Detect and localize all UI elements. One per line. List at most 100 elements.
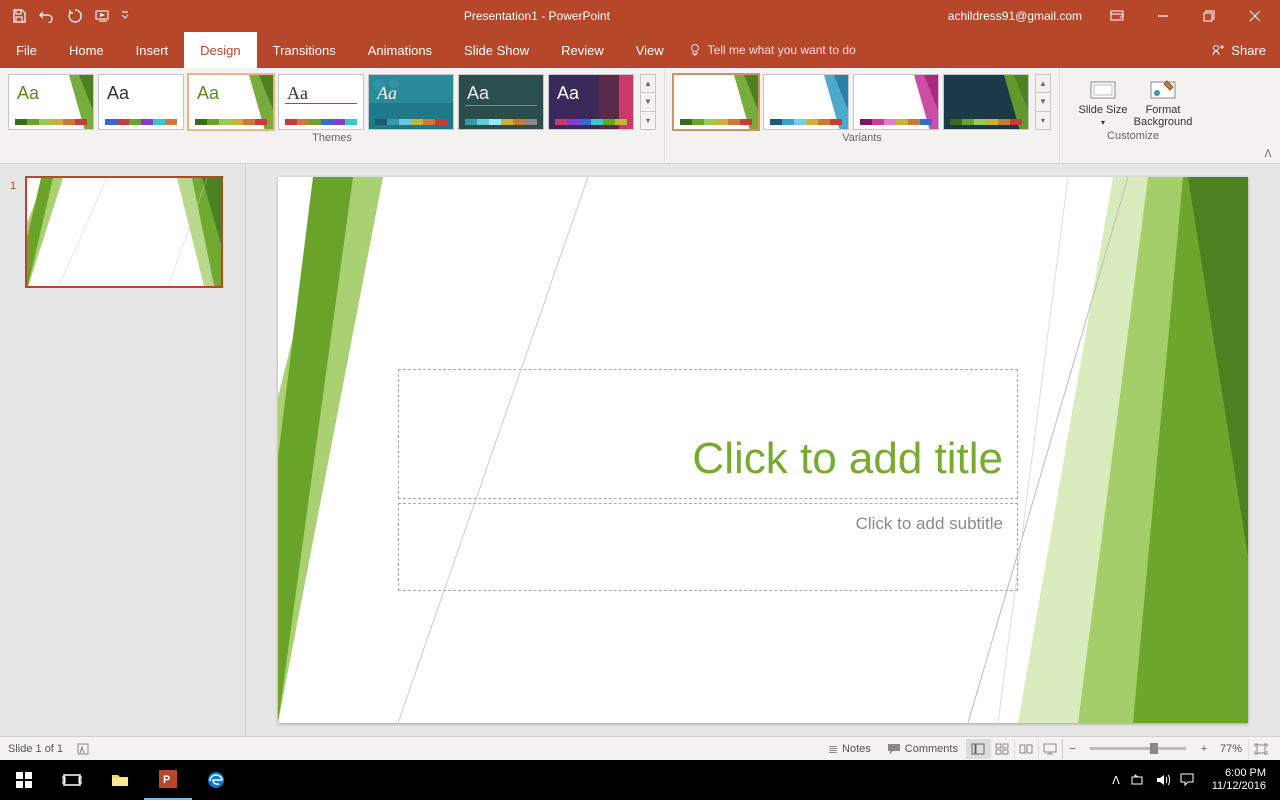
variants-group-label: Variants: [673, 130, 1051, 148]
customize-group: Slide Size ▾ Format Background Customize: [1060, 68, 1206, 163]
powerpoint-taskbar[interactable]: P: [144, 760, 192, 800]
slide-size-button[interactable]: Slide Size ▾: [1076, 78, 1130, 128]
system-tray: ᐱ 6:00 PM 11/12/2016: [1106, 767, 1280, 793]
tab-review[interactable]: Review: [545, 32, 620, 68]
ribbon-display-options[interactable]: [1094, 0, 1140, 32]
qat-customize-button[interactable]: [118, 4, 132, 28]
tab-insert[interactable]: Insert: [120, 32, 185, 68]
tab-transitions[interactable]: Transitions: [257, 32, 352, 68]
theme-thumb[interactable]: Aa: [98, 74, 184, 130]
theme-thumb[interactable]: Aa: [278, 74, 364, 130]
collapse-ribbon-button[interactable]: ᐱ: [1260, 147, 1276, 161]
variants-gallery-scroll[interactable]: ▲ ▼ ▾: [1035, 74, 1051, 130]
task-view-button[interactable]: [48, 760, 96, 800]
variant-thumb[interactable]: [943, 74, 1029, 130]
account-label[interactable]: achildress91@gmail.com: [936, 0, 1094, 32]
gallery-down-icon[interactable]: ▼: [641, 93, 655, 111]
title-placeholder-text: Click to add title: [692, 434, 1003, 484]
start-button[interactable]: [0, 760, 48, 800]
normal-view-button[interactable]: [966, 739, 990, 759]
maximize-button[interactable]: [1186, 0, 1232, 32]
themes-group: Aa Aa Aa Aa: [0, 68, 665, 163]
ribbon-content: Aa Aa Aa Aa: [0, 68, 1280, 164]
tab-home[interactable]: Home: [53, 32, 120, 68]
lightbulb-icon: [688, 43, 702, 57]
zoom-slider[interactable]: [1090, 747, 1186, 750]
clock-date: 11/12/2016: [1212, 780, 1266, 793]
share-button[interactable]: Share: [1197, 32, 1280, 68]
notes-button[interactable]: ≣ Notes: [820, 737, 879, 761]
format-background-button[interactable]: Format Background: [1136, 78, 1190, 128]
tab-slideshow[interactable]: Slide Show: [448, 32, 545, 68]
title-bar: Presentation1 - PowerPoint achildress91@…: [0, 0, 1280, 32]
action-center-icon[interactable]: [1180, 773, 1194, 787]
tab-file[interactable]: File: [0, 32, 53, 68]
gallery-down-icon[interactable]: ▼: [1036, 93, 1050, 111]
spellcheck-icon: [77, 742, 91, 756]
variant-thumb[interactable]: [763, 74, 849, 130]
theme-thumb[interactable]: Aa: [8, 74, 94, 130]
spell-check-button[interactable]: [63, 737, 99, 761]
gallery-more-icon[interactable]: ▾: [641, 112, 655, 129]
gallery-more-icon[interactable]: ▾: [1036, 112, 1050, 129]
work-area: 1: [0, 164, 1280, 736]
minimize-button[interactable]: [1140, 0, 1186, 32]
taskbar-clock[interactable]: 6:00 PM 11/12/2016: [1204, 767, 1274, 793]
share-label: Share: [1231, 43, 1266, 58]
reading-view-button[interactable]: [1014, 739, 1038, 759]
windows-icon: [16, 772, 32, 788]
tray-overflow-icon[interactable]: ᐱ: [1112, 774, 1120, 787]
format-background-label: Format Background: [1134, 104, 1193, 128]
subtitle-placeholder[interactable]: Click to add subtitle: [398, 503, 1018, 591]
themes-gallery: Aa Aa Aa Aa: [8, 74, 656, 130]
slideshow-view-button[interactable]: [1038, 739, 1062, 759]
start-from-beginning-button[interactable]: [90, 4, 116, 28]
undo-button[interactable]: [34, 4, 60, 28]
slide-canvas[interactable]: Click to add title Click to add subtitle: [278, 177, 1248, 723]
svg-text:P: P: [163, 774, 170, 786]
tab-view[interactable]: View: [620, 32, 680, 68]
gallery-up-icon[interactable]: ▲: [1036, 75, 1050, 93]
title-placeholder[interactable]: Click to add title: [398, 369, 1018, 499]
save-button[interactable]: [6, 4, 32, 28]
powerpoint-icon: P: [159, 770, 177, 788]
gallery-up-icon[interactable]: ▲: [641, 75, 655, 93]
volume-icon[interactable]: [1156, 773, 1170, 787]
zoom-level[interactable]: 77%: [1214, 743, 1248, 755]
zoom-out-button[interactable]: −: [1062, 739, 1082, 759]
variant-thumb-selected[interactable]: [673, 74, 759, 130]
fit-to-window-button[interactable]: [1248, 739, 1272, 759]
themes-gallery-scroll[interactable]: ▲ ▼ ▾: [640, 74, 656, 130]
comments-label: Comments: [905, 743, 958, 755]
comments-button[interactable]: Comments: [879, 737, 966, 761]
tab-animations[interactable]: Animations: [352, 32, 448, 68]
file-explorer-taskbar[interactable]: [96, 760, 144, 800]
redo-button[interactable]: [62, 4, 88, 28]
slide-canvas-area: Click to add title Click to add subtitle: [246, 164, 1280, 736]
tell-me-label: Tell me what you want to do: [708, 43, 856, 57]
theme-thumb-selected[interactable]: Aa: [188, 74, 274, 130]
slide-size-icon: [1089, 78, 1117, 102]
battery-icon[interactable]: [1130, 773, 1146, 787]
tell-me-search[interactable]: Tell me what you want to do: [680, 32, 864, 68]
tab-design[interactable]: Design: [184, 32, 256, 68]
window-title: Presentation1 - PowerPoint: [138, 9, 936, 23]
theme-thumb[interactable]: Aa: [458, 74, 544, 130]
slide-thumbnails-panel: 1: [0, 164, 246, 736]
variant-thumb[interactable]: [853, 74, 939, 130]
clock-time: 6:00 PM: [1212, 767, 1266, 780]
zoom-in-button[interactable]: +: [1194, 739, 1214, 759]
quick-access-toolbar: [0, 4, 138, 28]
theme-thumb[interactable]: Aa: [368, 74, 454, 130]
close-button[interactable]: [1232, 0, 1278, 32]
variants-gallery: ▲ ▼ ▾: [673, 74, 1051, 130]
slide-thumbnail-1[interactable]: [25, 176, 223, 288]
edge-taskbar[interactable]: [192, 760, 240, 800]
theme-thumb[interactable]: Aa: [548, 74, 634, 130]
ribbon-tabs: File Home Insert Design Transitions Anim…: [0, 32, 1280, 68]
thumbnail-number: 1: [10, 180, 16, 192]
slide-counter: Slide 1 of 1: [8, 743, 63, 755]
customize-group-label: Customize: [1068, 128, 1198, 146]
slide-size-label: Slide Size: [1079, 104, 1128, 116]
slide-sorter-view-button[interactable]: [990, 739, 1014, 759]
